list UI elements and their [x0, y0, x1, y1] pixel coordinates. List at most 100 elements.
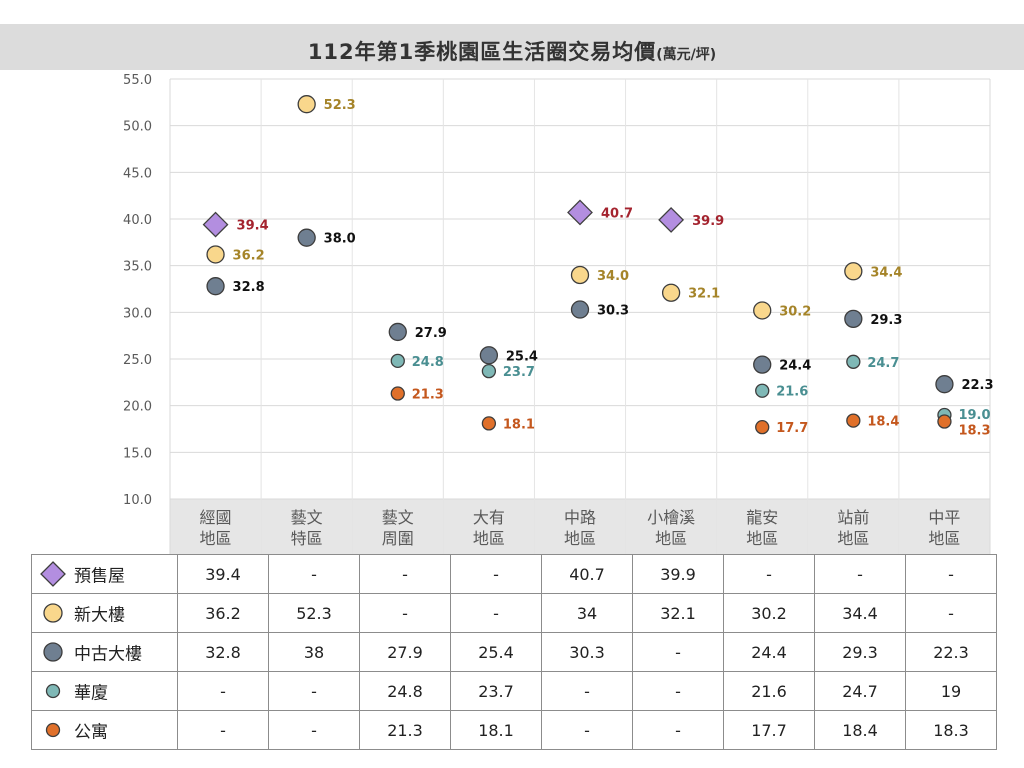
- data-label-apartment: 18.3: [958, 424, 990, 439]
- row-header-used: 中古大樓: [31, 632, 178, 672]
- data-label-huaxia: 21.6: [776, 385, 808, 400]
- chart-area: 10.0 15.0 20.0 25.0 30.0 35.0 40.0 45.0 50.0 55.0…: [123, 73, 994, 555]
- table-cell: -: [632, 632, 724, 672]
- table-cell: 40.7: [541, 554, 633, 594]
- point-used: [844, 309, 863, 329]
- point-apartment: [390, 386, 405, 401]
- point-presale: [202, 211, 229, 238]
- x-tick-label: 小檜溪: [647, 508, 695, 527]
- x-tick-label: 地區: [655, 529, 687, 548]
- table-cell: -: [541, 710, 633, 750]
- y-tick-label: 10.0: [123, 493, 152, 508]
- y-tick-label: 15.0: [123, 446, 152, 461]
- table-cell: -: [359, 593, 451, 633]
- point-presale: [658, 207, 685, 233]
- x-tick-label: 站前: [837, 508, 869, 527]
- data-label-used: 24.4: [779, 359, 811, 374]
- y-tick-label: 50.0: [123, 120, 152, 135]
- table-cell: 39.4: [177, 554, 269, 594]
- table-cell: 18.1: [450, 710, 542, 750]
- x-tick-label: 中路: [564, 508, 596, 527]
- table-cell: -: [905, 554, 997, 594]
- table-cell: 19: [905, 671, 997, 711]
- y-tick-label: 20.0: [123, 400, 152, 415]
- table-cell: 34.4: [814, 593, 906, 633]
- y-tick-label: 40.0: [123, 213, 152, 228]
- legend-marker-used: [43, 642, 63, 662]
- table-row: 公寓 - -21.3 18.1- -17.7 18.4 18.3: [31, 710, 997, 750]
- data-label-used: 22.3: [961, 378, 993, 393]
- x-tick-label: 地區: [837, 529, 869, 548]
- row-label: 中古大樓: [74, 644, 142, 665]
- point-used: [935, 375, 954, 394]
- x-tick-label: 地區: [473, 529, 505, 548]
- data-label-used: 29.3: [870, 313, 902, 328]
- legend-marker-presale: [40, 561, 66, 587]
- table-cell: 27.9: [359, 632, 451, 672]
- table-cell: 21.3: [359, 710, 451, 750]
- table-cell: 30.3: [541, 632, 633, 672]
- row-header-new: 新大樓: [31, 593, 178, 633]
- data-label-apartment: 18.4: [867, 415, 899, 430]
- data-label-new: 30.2: [779, 304, 811, 319]
- table-cell: -: [359, 554, 451, 594]
- table-cell: 24.4: [723, 632, 815, 672]
- table-row: 華廈 - -24.8 23.7- -21.6 24.7 19: [31, 671, 997, 711]
- table-cell: -: [268, 710, 360, 750]
- row-header-huaxia: 華廈: [31, 671, 178, 711]
- point-new: [570, 265, 590, 285]
- table-cell: -: [177, 671, 269, 711]
- table-cell: -: [177, 710, 269, 750]
- data-label-presale: 40.7: [601, 206, 633, 221]
- point-presale: [567, 199, 593, 226]
- table-cell: 32.8: [177, 632, 269, 672]
- table-cell: -: [905, 593, 997, 633]
- table-cell: 23.7: [450, 671, 542, 711]
- table-cell: 25.4: [450, 632, 542, 672]
- table-cell: 18.4: [814, 710, 906, 750]
- table-cell: 17.7: [723, 710, 815, 750]
- table-cell: 22.3: [905, 632, 997, 672]
- data-label-new: 34.4: [870, 265, 902, 280]
- point-huaxia: [846, 354, 861, 369]
- row-label: 新大樓: [74, 605, 125, 626]
- point-used: [388, 322, 407, 342]
- table-cell: -: [723, 554, 815, 594]
- point-apartment: [846, 413, 861, 428]
- point-used: [570, 300, 590, 319]
- data-label-apartment: 18.1: [503, 417, 535, 432]
- point-used: [206, 277, 225, 296]
- table-cell: 24.8: [359, 671, 451, 711]
- data-label-new: 52.3: [324, 98, 356, 113]
- table-row: 新大樓 36.2 52.3- -34 32.1 30.2 34.4-: [31, 593, 997, 633]
- data-label-apartment: 17.7: [776, 421, 808, 436]
- table-cell: 52.3: [268, 593, 360, 633]
- data-label-huaxia: 24.8: [412, 355, 444, 370]
- point-apartment: [481, 416, 497, 431]
- data-label-huaxia: 19.0: [958, 408, 990, 423]
- point-used: [297, 228, 316, 247]
- data-label-huaxia: 24.7: [867, 356, 899, 371]
- table-cell: 38: [268, 632, 360, 672]
- data-label-used: 27.9: [415, 326, 447, 341]
- table-cell: -: [814, 554, 906, 594]
- x-tick-label: 經國: [200, 508, 232, 527]
- point-huaxia: [481, 363, 497, 379]
- data-label-presale: 39.9: [692, 214, 724, 229]
- data-label-new: 34.0: [597, 269, 629, 284]
- data-label-used: 38.0: [324, 232, 356, 247]
- table-cell: 34: [541, 593, 633, 633]
- data-label-apartment: 21.3: [412, 388, 444, 403]
- table-cell: -: [268, 554, 360, 594]
- y-tick-label: 45.0: [123, 166, 152, 181]
- table-row: 預售屋 39.4- - -40.7 39.9- - -: [31, 554, 997, 594]
- x-tick-label: 地區: [564, 529, 596, 548]
- table-cell: 29.3: [814, 632, 906, 672]
- data-label-presale: 39.4: [237, 219, 269, 234]
- point-used: [753, 355, 772, 374]
- data-table: 預售屋 39.4- - -40.7 39.9- - - 新大樓 36.2 52.3- -34 32.1…: [31, 554, 997, 750]
- table-cell: 39.9: [632, 554, 724, 594]
- legend-marker-apartment: [45, 722, 61, 738]
- x-tick-label: 周圍: [382, 529, 414, 548]
- data-label-used: 32.8: [233, 280, 265, 295]
